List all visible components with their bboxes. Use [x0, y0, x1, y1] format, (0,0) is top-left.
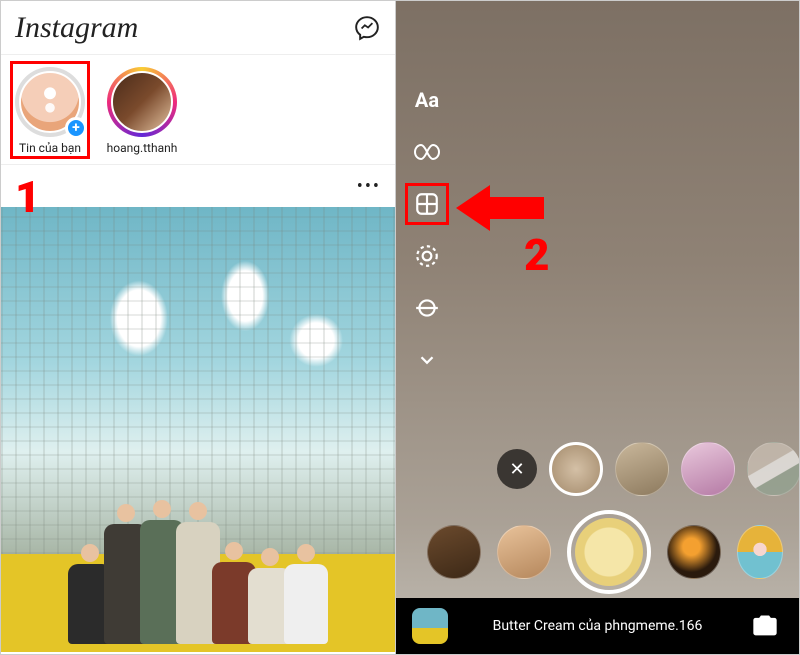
text-tool-icon[interactable]: Aa [410, 83, 444, 117]
active-filter-preview [575, 518, 643, 586]
your-story-label: Tin của bạn [19, 141, 81, 155]
messenger-icon[interactable] [353, 14, 381, 42]
filter-option[interactable] [427, 525, 481, 579]
feed-header: Instagram [1, 1, 395, 55]
story-camera-screen: Aa [396, 1, 799, 654]
layout-tool-icon[interactable] [410, 187, 444, 221]
filter-option[interactable] [497, 525, 551, 579]
story-username: hoang.tthanh [107, 141, 178, 155]
boomerang-icon[interactable] [410, 135, 444, 169]
post-header: ••• [1, 165, 395, 207]
feed-screen: Instagram + Tin của bạn hoang. [1, 1, 396, 654]
filter-option[interactable] [615, 442, 669, 496]
story-item[interactable]: hoang.tthanh [103, 67, 181, 155]
filter-option[interactable] [681, 442, 735, 496]
post-people [1, 484, 395, 644]
annotation-arrow-2 [456, 173, 546, 247]
stories-row: + Tin của bạn hoang.tthanh [1, 55, 395, 165]
camera-bottom-bar: Butter Cream của phngmeme.166 [396, 598, 799, 654]
close-filters-icon[interactable]: ✕ [497, 449, 537, 489]
post-image[interactable] [1, 207, 395, 652]
annotation-number-2: 2 [524, 229, 550, 281]
add-story-plus-icon[interactable]: + [65, 117, 87, 139]
story-avatar [111, 71, 173, 133]
gallery-thumbnail[interactable] [412, 608, 448, 644]
multi-capture-icon[interactable] [410, 239, 444, 273]
camera-tool-rail: Aa [410, 83, 444, 377]
your-story-item[interactable]: + Tin của bạn [11, 67, 89, 155]
filter-option[interactable] [667, 525, 721, 579]
filter-option[interactable] [549, 442, 603, 496]
camera-flip-icon[interactable] [747, 608, 783, 644]
shutter-button[interactable] [567, 510, 651, 594]
instagram-logo[interactable]: Instagram [15, 11, 138, 45]
filter-name-label: Butter Cream của phngmeme.166 [464, 618, 731, 634]
level-tool-icon[interactable] [410, 291, 444, 325]
filter-option[interactable] [737, 525, 783, 579]
post-more-icon[interactable]: ••• [357, 176, 381, 197]
filter-option[interactable] [747, 442, 799, 496]
filter-carousel[interactable]: ✕ [396, 442, 799, 594]
expand-tools-icon[interactable] [410, 343, 444, 377]
